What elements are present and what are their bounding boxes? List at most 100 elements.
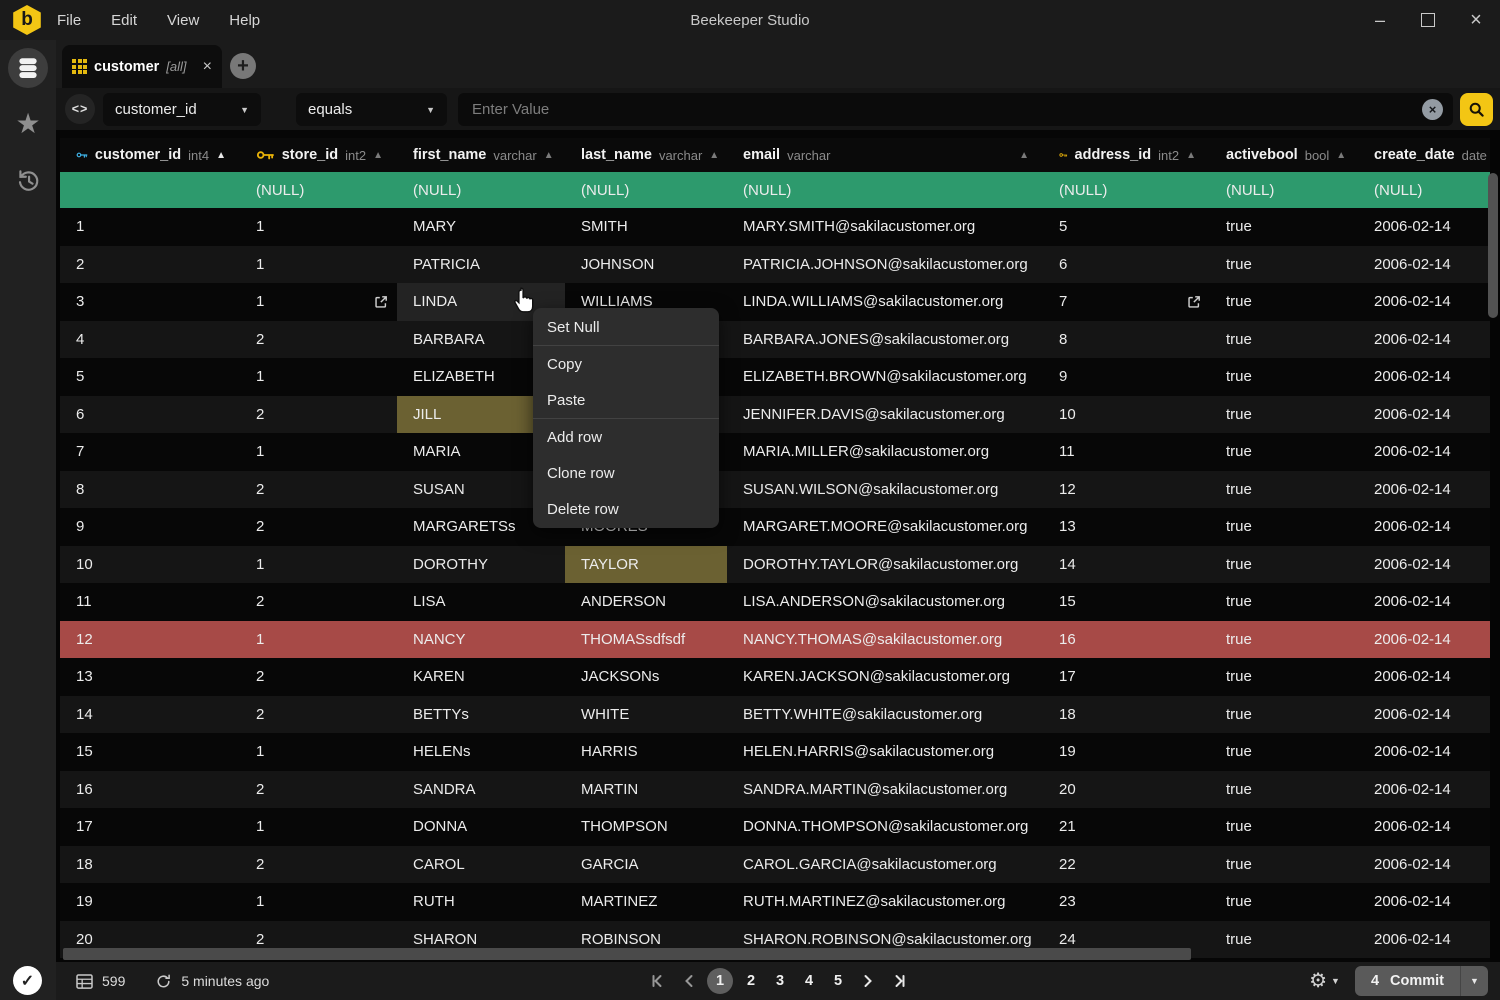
cell-create_date[interactable]: 2006-02-14 bbox=[1358, 771, 1490, 809]
cell-create_date[interactable]: 2006-02-14 bbox=[1358, 358, 1490, 396]
cell-address_id[interactable]: 22 bbox=[1043, 846, 1210, 884]
clear-input-icon[interactable]: × bbox=[1422, 99, 1443, 120]
cell-first_name[interactable]: RUTH bbox=[397, 883, 565, 921]
cell-email[interactable]: (NULL) bbox=[727, 172, 1043, 208]
cell-email[interactable]: MARY.SMITH@sakilacustomer.org bbox=[727, 208, 1043, 246]
menu-item-view[interactable]: View bbox=[167, 12, 199, 29]
cell-customer_id[interactable]: 15 bbox=[60, 733, 240, 771]
cell-email[interactable]: CAROL.GARCIA@sakilacustomer.org bbox=[727, 846, 1043, 884]
cell-create_date[interactable]: 2006-02-14 bbox=[1358, 208, 1490, 246]
cell-activebool[interactable]: true bbox=[1210, 583, 1358, 621]
cell-email[interactable]: BARBARA.JONES@sakilacustomer.org bbox=[727, 321, 1043, 359]
column-header-customer_id[interactable]: customer_idint4▲ bbox=[60, 138, 240, 172]
cell-customer_id[interactable]: 3 bbox=[60, 283, 240, 321]
cell-activebool[interactable]: true bbox=[1210, 546, 1358, 584]
cell-customer_id[interactable]: 19 bbox=[60, 883, 240, 921]
cell-store_id[interactable]: 1 bbox=[240, 358, 397, 396]
menu-item-help[interactable]: Help bbox=[229, 12, 260, 29]
cell-address_id[interactable]: 10 bbox=[1043, 396, 1210, 434]
first-page-button[interactable] bbox=[645, 968, 669, 994]
cell-activebool[interactable]: true bbox=[1210, 208, 1358, 246]
cell-last_name[interactable]: JOHNSON bbox=[565, 246, 727, 284]
cell-customer_id[interactable]: 2 bbox=[60, 246, 240, 284]
cell-email[interactable]: MARGARET.MOORE@sakilacustomer.org bbox=[727, 508, 1043, 546]
cell-first_name[interactable]: BETTYs bbox=[397, 696, 565, 734]
cell-activebool[interactable]: true bbox=[1210, 358, 1358, 396]
cell-first_name[interactable]: MARY bbox=[397, 208, 565, 246]
cell-first_name[interactable]: PATRICIA bbox=[397, 246, 565, 284]
cell-address_id[interactable]: 5 bbox=[1043, 208, 1210, 246]
cell-customer_id[interactable] bbox=[60, 172, 240, 208]
cell-last_name[interactable]: SMITH bbox=[565, 208, 727, 246]
cell-create_date[interactable]: 2006-02-14 bbox=[1358, 321, 1490, 359]
cell-store_id[interactable]: 1 bbox=[240, 283, 397, 321]
cell-activebool[interactable]: true bbox=[1210, 508, 1358, 546]
cell-create_date[interactable]: 2006-02-14 bbox=[1358, 508, 1490, 546]
cell-first_name[interactable]: NANCY bbox=[397, 621, 565, 659]
cell-store_id[interactable]: 1 bbox=[240, 246, 397, 284]
cell-create_date[interactable]: 2006-02-14 bbox=[1358, 283, 1490, 321]
cell-store_id[interactable]: 2 bbox=[240, 583, 397, 621]
cell-first_name[interactable]: KAREN bbox=[397, 658, 565, 696]
cell-address_id[interactable]: 15 bbox=[1043, 583, 1210, 621]
cell-last_name[interactable]: ANDERSON bbox=[565, 583, 727, 621]
cell-create_date[interactable]: 2006-02-14 bbox=[1358, 471, 1490, 509]
cell-activebool[interactable]: true bbox=[1210, 396, 1358, 434]
cell-address_id[interactable]: 7 bbox=[1043, 283, 1210, 321]
cell-activebool[interactable]: true bbox=[1210, 471, 1358, 509]
filter-field-dropdown[interactable]: customer_id ▼ bbox=[103, 93, 261, 126]
cell-first_name[interactable]: SANDRA bbox=[397, 771, 565, 809]
cell-create_date[interactable]: 2006-02-14 bbox=[1358, 808, 1490, 846]
column-header-address_id[interactable]: address_idint2▲ bbox=[1043, 138, 1210, 172]
table-settings-button[interactable]: ⚙ ▼ bbox=[1309, 971, 1340, 991]
cell-last_name[interactable]: JACKSONs bbox=[565, 658, 727, 696]
cell-email[interactable]: LINDA.WILLIAMS@sakilacustomer.org bbox=[727, 283, 1043, 321]
cell-store_id[interactable]: 1 bbox=[240, 433, 397, 471]
column-header-create_date[interactable]: create_datedate▲ bbox=[1358, 138, 1490, 172]
cell-activebool[interactable]: true bbox=[1210, 658, 1358, 696]
cell-store_id[interactable]: 2 bbox=[240, 696, 397, 734]
cell-activebool[interactable]: (NULL) bbox=[1210, 172, 1358, 208]
cell-activebool[interactable]: true bbox=[1210, 246, 1358, 284]
cell-first_name[interactable]: HELENs bbox=[397, 733, 565, 771]
cell-activebool[interactable]: true bbox=[1210, 846, 1358, 884]
cell-last_name[interactable]: (NULL) bbox=[565, 172, 727, 208]
cell-activebool[interactable]: true bbox=[1210, 621, 1358, 659]
cell-store_id[interactable]: 2 bbox=[240, 771, 397, 809]
cell-activebool[interactable]: true bbox=[1210, 883, 1358, 921]
sidebar-favorites-button[interactable]: ★ bbox=[8, 104, 48, 144]
column-header-first_name[interactable]: first_namevarchar▲ bbox=[397, 138, 565, 172]
page-button-1[interactable]: 1 bbox=[707, 968, 733, 994]
cell-last_name[interactable]: GARCIA bbox=[565, 846, 727, 884]
cell-customer_id[interactable]: 7 bbox=[60, 433, 240, 471]
tab-close-icon[interactable]: × bbox=[203, 58, 212, 76]
column-header-email[interactable]: emailvarchar▲ bbox=[727, 138, 1043, 172]
cell-store_id[interactable]: 2 bbox=[240, 658, 397, 696]
vertical-scrollbar[interactable] bbox=[1488, 173, 1498, 318]
cell-customer_id[interactable]: 12 bbox=[60, 621, 240, 659]
cell-store_id[interactable]: 1 bbox=[240, 546, 397, 584]
sql-toggle-button[interactable]: <> bbox=[65, 94, 95, 124]
cell-create_date[interactable]: (NULL) bbox=[1358, 172, 1490, 208]
cell-activebool[interactable]: true bbox=[1210, 771, 1358, 809]
apply-filter-button[interactable] bbox=[1460, 93, 1493, 126]
cell-store_id[interactable]: 1 bbox=[240, 883, 397, 921]
cell-create_date[interactable]: 2006-02-14 bbox=[1358, 621, 1490, 659]
cell-store_id[interactable]: 1 bbox=[240, 733, 397, 771]
cell-store_id[interactable]: 1 bbox=[240, 621, 397, 659]
filter-operator-dropdown[interactable]: equals ▼ bbox=[296, 93, 447, 126]
cell-customer_id[interactable]: 14 bbox=[60, 696, 240, 734]
cell-customer_id[interactable]: 8 bbox=[60, 471, 240, 509]
cell-store_id[interactable]: 1 bbox=[240, 808, 397, 846]
cell-address_id[interactable]: 19 bbox=[1043, 733, 1210, 771]
cell-address_id[interactable]: 14 bbox=[1043, 546, 1210, 584]
cell-store_id[interactable]: 2 bbox=[240, 508, 397, 546]
cell-address_id[interactable]: 16 bbox=[1043, 621, 1210, 659]
cell-create_date[interactable]: 2006-02-14 bbox=[1358, 396, 1490, 434]
cell-customer_id[interactable]: 13 bbox=[60, 658, 240, 696]
cell-email[interactable]: LISA.ANDERSON@sakilacustomer.org bbox=[727, 583, 1043, 621]
cell-email[interactable]: DONNA.THOMPSON@sakilacustomer.org bbox=[727, 808, 1043, 846]
refresh-icon[interactable] bbox=[155, 973, 172, 990]
goto-record-link[interactable] bbox=[1186, 294, 1202, 310]
cell-activebool[interactable]: true bbox=[1210, 283, 1358, 321]
